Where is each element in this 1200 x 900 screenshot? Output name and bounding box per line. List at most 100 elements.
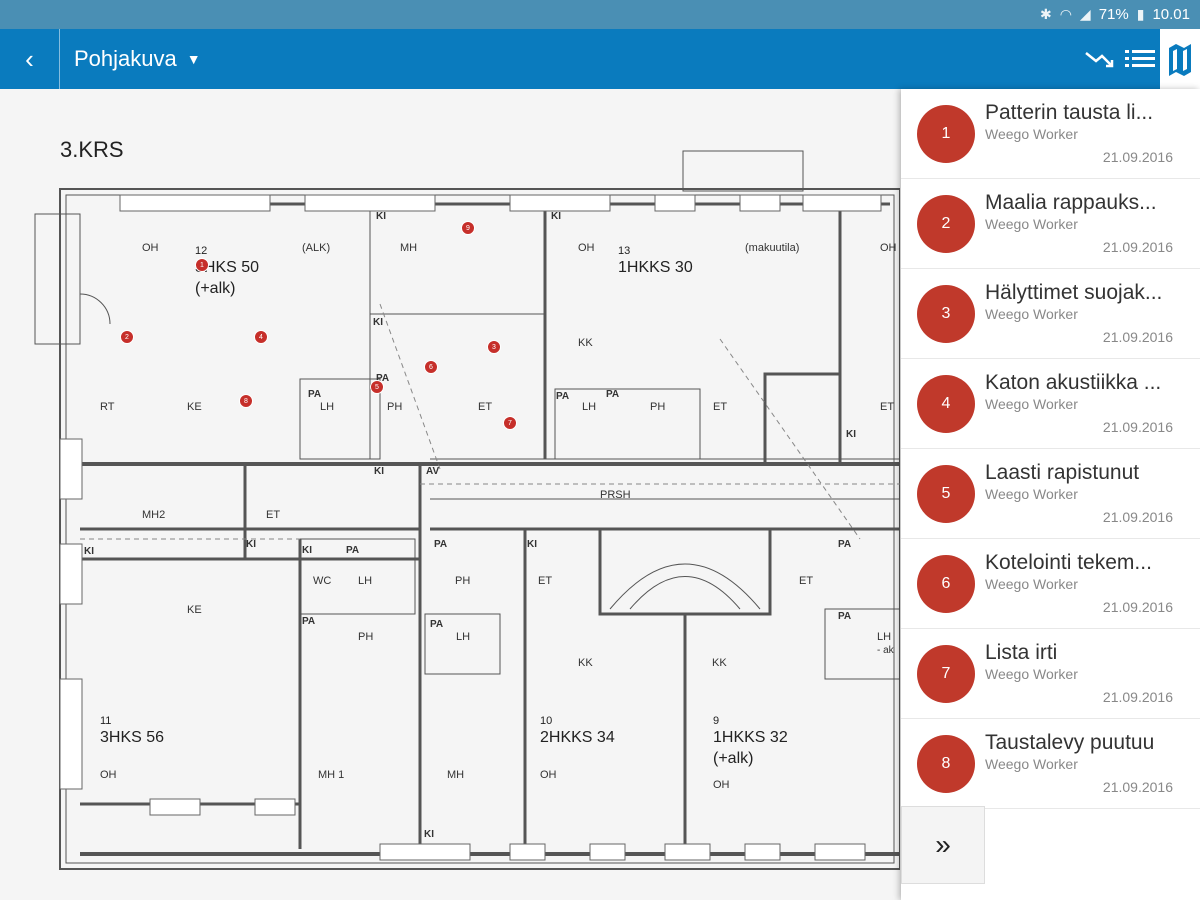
room-label: ET	[538, 575, 553, 587]
room-label: KI	[376, 211, 386, 222]
issue-list-item[interactable]: 1 Patterin tausta li... Weego Worker 21.…	[901, 89, 1200, 179]
issue-title: Patterin tausta li...	[985, 100, 1154, 124]
trend-down-icon	[1085, 52, 1114, 68]
room-label: PA	[838, 539, 852, 550]
issue-date: 21.09.2016	[1102, 148, 1173, 165]
room-label: PA	[838, 611, 852, 622]
room-label: MH	[447, 769, 465, 781]
expand-panel-button[interactable]: »	[901, 806, 985, 884]
unit-label: 12 3HKS 50 (+alk)	[195, 244, 259, 300]
room-label: KI	[424, 829, 434, 840]
issue-list-item[interactable]: 3 Hälyttimet suojak... Weego Worker 21.0…	[901, 269, 1200, 359]
map-icon	[1169, 44, 1191, 76]
issue-worker: Weego Worker	[985, 485, 1078, 502]
room-label: PA	[556, 391, 570, 402]
plan-marker[interactable]: 4	[254, 330, 268, 344]
status-bar: ✱ ◠ ◢ 71% ▮ 10.01	[0, 0, 1200, 29]
trend-button[interactable]	[1080, 29, 1120, 89]
app-bar: ‹ Pohjakuva ▼	[0, 29, 1200, 89]
unit-sub: (+alk)	[195, 280, 236, 298]
room-label: KI	[527, 539, 537, 550]
room-label: KK	[578, 337, 593, 349]
issue-number-badge: 7	[917, 644, 975, 703]
room-label: PA	[346, 545, 360, 556]
back-icon: ‹	[25, 43, 34, 74]
issue-worker: Weego Worker	[985, 215, 1078, 232]
issue-date: 21.09.2016	[1102, 418, 1173, 435]
room-label: RT	[100, 401, 115, 413]
plan-marker[interactable]: 2	[120, 330, 134, 344]
room-label: KI	[373, 317, 383, 328]
room-label: LH	[456, 631, 471, 643]
issue-title: Laasti rapistunut	[985, 460, 1140, 484]
issue-title: Katon akustiikka ...	[985, 370, 1162, 394]
page-title: Pohjakuva	[74, 46, 177, 71]
issue-date: 21.09.2016	[1102, 238, 1173, 255]
room-label: KI	[302, 545, 312, 556]
room-label: MH2	[142, 509, 166, 521]
list-view-button[interactable]	[1120, 29, 1160, 89]
room-label: PH	[455, 575, 471, 587]
floor-plan-canvas[interactable]: 3.KRS OH (ALK) MH OH (makuutila) OH RT K…	[0, 89, 900, 900]
issue-list-item[interactable]: 7 Lista irti Weego Worker 21.09.2016	[901, 629, 1200, 719]
room-label: OH	[880, 242, 897, 254]
plan-marker[interactable]: 7	[503, 416, 517, 430]
plan-marker[interactable]: 6	[424, 360, 438, 374]
room-label: AV	[426, 466, 440, 477]
room-label: PA	[430, 619, 444, 630]
issue-list-item[interactable]: 4 Katon akustiikka ... Weego Worker 21.0…	[901, 359, 1200, 449]
view-selector[interactable]: Pohjakuva ▼	[60, 46, 201, 72]
issue-title: Hälyttimet suojak...	[985, 280, 1163, 304]
plan-marker[interactable]: 1	[195, 258, 209, 272]
issue-number-badge: 2	[917, 194, 975, 253]
list-icon	[1125, 50, 1155, 67]
unit-label: 13 1HKKS 30	[618, 244, 693, 279]
room-label: ET	[880, 401, 895, 413]
issue-list-item[interactable]: 8 Taustalevy puutuu Weego Worker 21.09.2…	[901, 719, 1200, 809]
unit-name: 3HKS 56	[100, 729, 165, 747]
battery-icon: ▮	[1136, 6, 1145, 22]
unit-sub: (+alk)	[713, 750, 754, 768]
room-label: (ALK)	[302, 242, 331, 254]
issue-number-badge: 5	[917, 464, 975, 523]
room-label: PA	[434, 539, 448, 550]
room-label: OH	[540, 769, 557, 781]
room-label: KE	[187, 604, 202, 616]
unit-number: 13	[618, 245, 631, 257]
unit-name: 2HKKS 34	[540, 729, 615, 747]
room-label: ET	[713, 401, 728, 413]
unit-number: 11	[100, 715, 112, 727]
issue-list-item[interactable]: 6 Kotelointi tekem... Weego Worker 21.09…	[901, 539, 1200, 629]
unit-name: 1HKKS 30	[618, 259, 693, 277]
issue-worker: Weego Worker	[985, 395, 1078, 412]
room-label: KI	[551, 211, 561, 222]
unit-label: 10 2HKKS 34	[540, 714, 615, 749]
room-label: LH	[877, 631, 892, 643]
room-label: KK	[712, 657, 727, 669]
plan-marker[interactable]: 3	[487, 340, 501, 354]
plan-marker[interactable]: 5	[370, 380, 384, 394]
plan-marker[interactable]: 8	[239, 394, 253, 408]
chevron-down-icon: ▼	[186, 51, 201, 67]
unit-label: 9 1HKKS 32 (+alk)	[713, 714, 788, 770]
room-label: PA	[606, 389, 620, 400]
issue-list-item[interactable]: 2 Maalia rappauks... Weego Worker 21.09.…	[901, 179, 1200, 269]
issue-date: 21.09.2016	[1102, 688, 1173, 705]
room-label: MH	[400, 242, 418, 254]
room-label: OH	[100, 769, 117, 781]
battery-percent: 71%	[1098, 6, 1129, 23]
room-label: ET	[478, 401, 493, 413]
plan-marker[interactable]: 9	[461, 221, 475, 235]
issue-number-badge: 4	[917, 374, 975, 433]
room-label: WC	[313, 575, 332, 587]
room-label: LH	[358, 575, 373, 587]
map-view-button[interactable]	[1160, 29, 1200, 89]
issue-number-badge: 8	[917, 734, 975, 793]
issue-title: Maalia rappauks...	[985, 190, 1157, 214]
room-label: PH	[650, 401, 666, 413]
unit-name: 1HKKS 32	[713, 729, 788, 747]
issue-list-item[interactable]: 5 Laasti rapistunut Weego Worker 21.09.2…	[901, 449, 1200, 539]
back-button[interactable]: ‹	[0, 29, 60, 89]
floor-label: 3.KRS	[60, 137, 124, 162]
room-label: OH	[142, 242, 159, 254]
